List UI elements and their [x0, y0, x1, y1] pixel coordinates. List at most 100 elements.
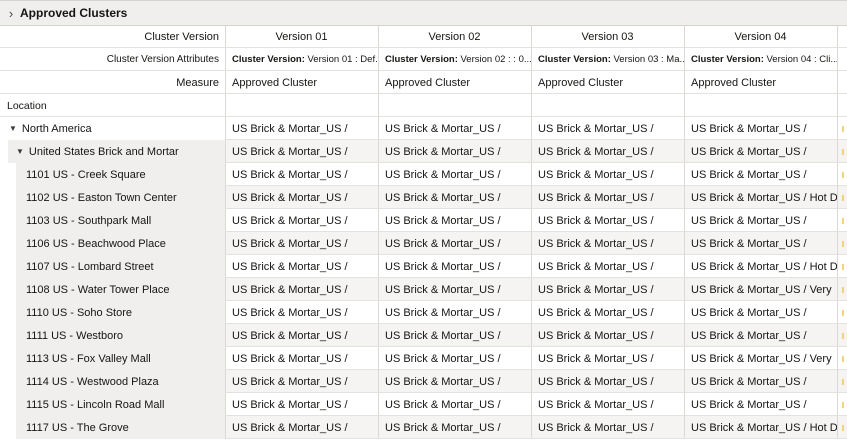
cluster-cell[interactable]: US Brick & Mortar_US /: [225, 186, 378, 209]
location-row-header[interactable]: ▼ United States Brick and Mortar: [0, 140, 225, 163]
location-row-header[interactable]: 1108 US - Water Tower Place: [0, 278, 225, 301]
location-row-header[interactable]: 1115 US - Lincoln Road Mall: [0, 393, 225, 416]
cluster-cell[interactable]: US Brick & Mortar_US /: [531, 416, 684, 439]
cluster-cell[interactable]: US Brick & Mortar_US /: [684, 393, 837, 416]
caret-down-icon[interactable]: ▼: [9, 124, 17, 133]
overflow-marker: [842, 333, 844, 339]
overflow-marker: [842, 402, 844, 408]
cluster-cell[interactable]: US Brick & Mortar_US /: [378, 209, 531, 232]
overflow-marker: [842, 126, 844, 132]
row-divider: [225, 208, 847, 209]
location-row-header[interactable]: ▼ North America: [0, 117, 225, 140]
cluster-cell[interactable]: US Brick & Mortar_US /: [684, 209, 837, 232]
cluster-cell[interactable]: US Brick & Mortar_US /: [378, 140, 531, 163]
cluster-cell[interactable]: US Brick & Mortar_US /: [378, 278, 531, 301]
row-divider: [0, 70, 847, 71]
cluster-cell[interactable]: US Brick & Mortar_US /: [225, 163, 378, 186]
location-row-header[interactable]: 1113 US - Fox Valley Mall: [0, 347, 225, 370]
chevron-right-icon[interactable]: ›: [2, 6, 20, 21]
cluster-cell[interactable]: US Brick & Mortar_US / Hot Dry: [684, 186, 837, 209]
cluster-cell[interactable]: US Brick & Mortar_US / Very: [684, 278, 837, 301]
location-label: Location: [7, 99, 47, 112]
row-divider: [225, 415, 847, 416]
cluster-cell[interactable]: US Brick & Mortar_US /: [531, 370, 684, 393]
cluster-cell[interactable]: US Brick & Mortar_US /: [378, 301, 531, 324]
cluster-cell[interactable]: US Brick & Mortar_US /: [378, 416, 531, 439]
location-label-text: 1117 US - The Grove: [26, 421, 129, 434]
cluster-cell[interactable]: US Brick & Mortar_US /: [225, 393, 378, 416]
cluster-cell[interactable]: US Brick & Mortar_US /: [225, 232, 378, 255]
location-row-header[interactable]: 1101 US - Creek Square: [0, 163, 225, 186]
location-row-header[interactable]: 1117 US - The Grove: [0, 416, 225, 439]
cluster-cell[interactable]: US Brick & Mortar_US /: [225, 140, 378, 163]
cluster-cell[interactable]: US Brick & Mortar_US /: [378, 347, 531, 370]
cluster-cell[interactable]: US Brick & Mortar_US /: [225, 301, 378, 324]
cluster-cell[interactable]: US Brick & Mortar_US /: [378, 370, 531, 393]
overflow-marker: [842, 264, 844, 270]
cluster-cell[interactable]: US Brick & Mortar_US /: [531, 301, 684, 324]
location-label-text: 1114 US - Westwood Plaza: [26, 375, 159, 388]
location-row-header[interactable]: 1106 US - Beachwood Place: [0, 232, 225, 255]
row-divider: [225, 162, 847, 163]
row-divider: [225, 231, 847, 232]
cluster-cell[interactable]: US Brick & Mortar_US /: [531, 393, 684, 416]
cluster-cell[interactable]: US Brick & Mortar_US /: [531, 209, 684, 232]
overflow-marker: [842, 356, 844, 362]
cluster-cell[interactable]: US Brick & Mortar_US /: [378, 163, 531, 186]
location-row-header[interactable]: 1103 US - Southpark Mall: [0, 209, 225, 232]
cluster-cell[interactable]: US Brick & Mortar_US / Hot Dry: [684, 255, 837, 278]
cluster-cell[interactable]: US Brick & Mortar_US /: [684, 324, 837, 347]
cluster-cell[interactable]: US Brick & Mortar_US /: [531, 255, 684, 278]
version-header[interactable]: Version 02: [378, 26, 531, 48]
version-header[interactable]: Version 01: [225, 26, 378, 48]
cluster-cell[interactable]: US Brick & Mortar_US / Very: [684, 347, 837, 370]
cluster-cell[interactable]: US Brick & Mortar_US /: [684, 117, 837, 140]
version-header[interactable]: Version 03: [531, 26, 684, 48]
cluster-cell[interactable]: US Brick & Mortar_US /: [378, 324, 531, 347]
cluster-cell[interactable]: US Brick & Mortar_US /: [378, 393, 531, 416]
version-attribute: Cluster Version: Version 04 : Cli...: [684, 48, 837, 71]
cluster-cell[interactable]: US Brick & Mortar_US /: [531, 140, 684, 163]
cluster-cell[interactable]: US Brick & Mortar_US /: [531, 324, 684, 347]
cluster-cell[interactable]: US Brick & Mortar_US /: [684, 163, 837, 186]
cluster-cell[interactable]: US Brick & Mortar_US /: [531, 347, 684, 370]
cluster-cell[interactable]: US Brick & Mortar_US /: [225, 416, 378, 439]
cluster-cell[interactable]: US Brick & Mortar_US /: [684, 232, 837, 255]
row-divider: [225, 438, 847, 439]
panel-header[interactable]: › Approved Clusters: [0, 0, 847, 26]
caret-down-icon[interactable]: ▼: [16, 147, 24, 156]
location-label-text: 1108 US - Water Tower Place: [26, 283, 170, 296]
location-row-header[interactable]: 1102 US - Easton Town Center: [0, 186, 225, 209]
cluster-cell[interactable]: US Brick & Mortar_US /: [225, 278, 378, 301]
cluster-cell[interactable]: US Brick & Mortar_US /: [225, 324, 378, 347]
cluster-cell[interactable]: US Brick & Mortar_US /: [684, 370, 837, 393]
version-header[interactable]: Version 04: [684, 26, 837, 48]
overflow-marker: [842, 310, 844, 316]
cluster-cell[interactable]: US Brick & Mortar_US /: [225, 255, 378, 278]
cluster-cell[interactable]: US Brick & Mortar_US /: [225, 370, 378, 393]
cluster-cell[interactable]: US Brick & Mortar_US /: [531, 232, 684, 255]
location-row-header[interactable]: 1114 US - Westwood Plaza: [0, 370, 225, 393]
location-row-header[interactable]: 1107 US - Lombard Street: [0, 255, 225, 278]
location-row-header[interactable]: 1111 US - Westboro: [0, 324, 225, 347]
cluster-cell[interactable]: US Brick & Mortar_US /: [684, 140, 837, 163]
cluster-cell[interactable]: US Brick & Mortar_US /: [378, 232, 531, 255]
attribute-key: Cluster Version:: [538, 54, 611, 65]
cluster-cell[interactable]: US Brick & Mortar_US /: [378, 255, 531, 278]
cluster-cell[interactable]: US Brick & Mortar_US /: [225, 117, 378, 140]
cluster-cell[interactable]: US Brick & Mortar_US /: [531, 186, 684, 209]
location-row-header[interactable]: 1110 US - Soho Store: [0, 301, 225, 324]
cluster-cell[interactable]: US Brick & Mortar_US /: [225, 209, 378, 232]
location-label-text: 1115 US - Lincoln Road Mall: [26, 398, 165, 411]
cluster-cell[interactable]: US Brick & Mortar_US /: [531, 117, 684, 140]
row-divider: [225, 369, 847, 370]
cluster-cell[interactable]: US Brick & Mortar_US /: [378, 186, 531, 209]
cluster-cell[interactable]: US Brick & Mortar_US /: [684, 301, 837, 324]
cluster-cell[interactable]: US Brick & Mortar_US / Hot Dry: [684, 416, 837, 439]
location-label-text: 1103 US - Southpark Mall: [26, 214, 152, 227]
cluster-cell[interactable]: US Brick & Mortar_US /: [531, 163, 684, 186]
cluster-cell[interactable]: US Brick & Mortar_US /: [225, 347, 378, 370]
cluster-cell[interactable]: US Brick & Mortar_US /: [531, 278, 684, 301]
cluster-cell[interactable]: US Brick & Mortar_US /: [378, 117, 531, 140]
column-divider: [837, 26, 838, 439]
